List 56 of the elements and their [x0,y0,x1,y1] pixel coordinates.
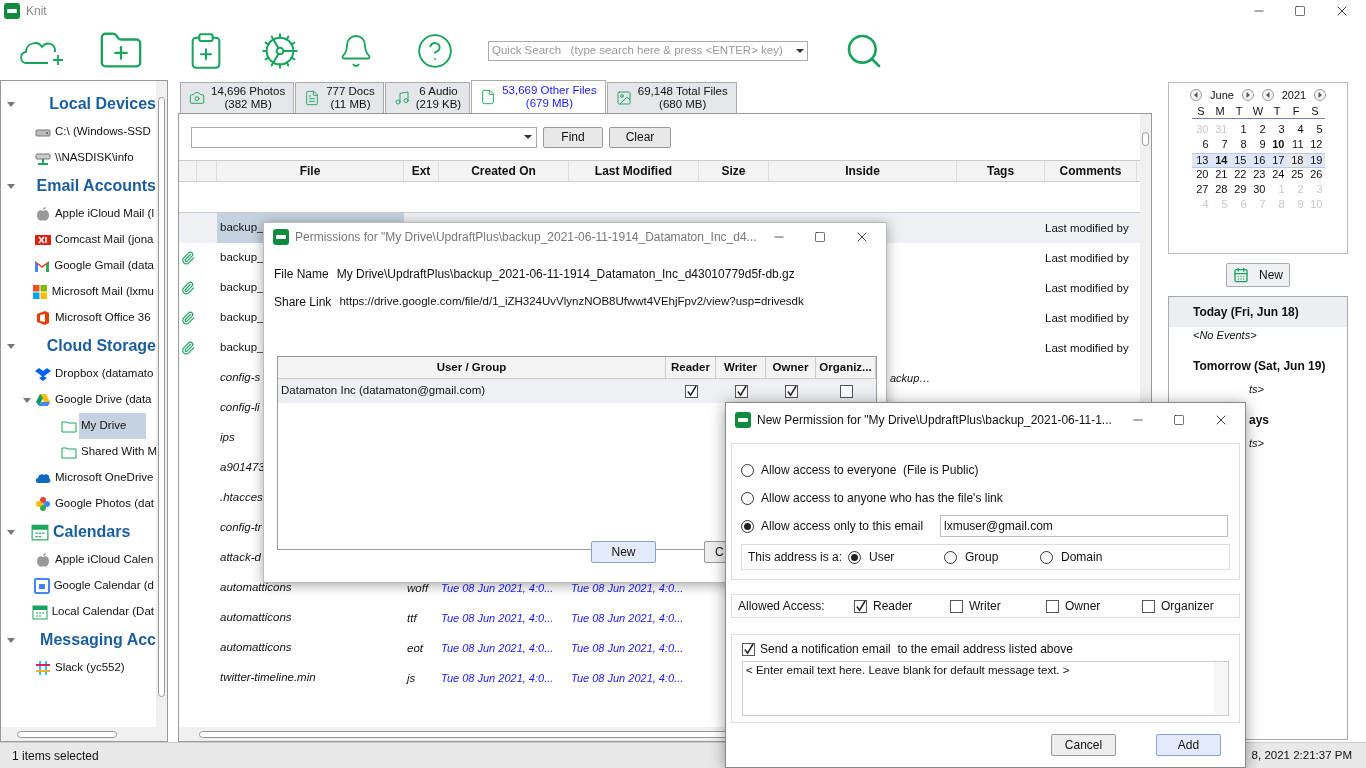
table-cell-text: twitter-timeline.min [219,670,316,686]
table-cell-text: Tue 08 Jun 2021, 4:0... [440,612,554,624]
dialog-title: New Permission for "My Drive\UpdraftPlus\backup_2021-06-11-1... [757,412,1112,429]
agenda-event: ts> [1248,382,1265,397]
weekday-label: T [1234,104,1244,118]
table-cell-text: Tue 08 Jun 2021, 4:0... [440,672,554,684]
table-cell-text: ackup… [890,370,931,386]
dialog-title: Permissions for "My Drive\UpdraftPlus\backup_2021-06-11-1914_Datamaton_Inc_d4... [295,229,757,246]
window-title: Knit [26,3,47,20]
table-cell-text: backup_ [219,310,264,326]
table-cell: Last modified by [1045,251,1129,264]
table-cell-text: backup_ [219,280,264,296]
table-cell-text: Tue 08 Jun 2021, 4:0... [440,582,554,594]
weekday-label: W [1251,104,1265,118]
table-cell-text: Tue 08 Jun 2021, 4:0... [570,642,684,654]
table-cell-text: Tue 08 Jun 2021, 4:0... [570,612,684,624]
agenda-event: <No Events> [1192,328,1258,343]
agenda-heading: Tomorrow (Sat, Jun 19) [1193,358,1326,375]
weekday-label: M [1214,104,1226,118]
table-cell-text: Tue 08 Jun 2021, 4:0... [570,582,684,594]
table-cell: Last modified by [1045,221,1129,234]
table-cell-text: automatticons [219,640,292,656]
field-label: File Name [274,266,329,283]
agenda-event: ts> [1248,436,1265,451]
table-cell-text: Datamaton Inc (datamaton@gmail.com) [280,383,487,399]
table-cell-text: ttf [406,611,417,624]
table-cell: Last modified by [1045,281,1129,294]
field-label: Share Link [274,294,332,311]
table-cell-text: Tue 08 Jun 2021, 4:0... [440,642,554,654]
table-cell-text: backup_ [219,250,264,266]
field-label: This address is a: [748,549,844,566]
table-cell-text: backup_ [219,340,264,356]
weekday-label: T [1272,104,1282,118]
share-link-text: https://drive.google.com/file/d/1_iZH324UvVlynzNOB8Ufwwt4VEhjFpv2/view?usp=drivesdk [339,294,804,309]
table-cell: js [404,671,416,684]
file-name-text: My Drive\UpdraftPlus\backup_2021-06-11-1914_Datamaton_Inc_d43010779d5f-db.gz [336,266,795,283]
table-cell-text: automatticons [219,580,292,596]
table-cell-text: automatticons [219,610,292,626]
table-cell-text: config-s [219,370,261,386]
year-label: 2021 [1280,87,1308,103]
status-time: 8, 2021 2:21:37 PM [1251,747,1353,763]
weekday-label: S [1196,104,1206,118]
table-cell-text: backup_ [219,220,264,236]
table-cell: Last modified by [1045,311,1129,324]
table-cell-text: eot [406,641,423,654]
agenda-heading: ays [1249,412,1270,429]
status-text: 1 items selected [12,747,99,765]
field-label: Allowed Access: [738,598,826,615]
table-cell-text: ips [219,430,235,446]
agenda-heading: Today (Fri, Jun 18) [1169,297,1347,327]
weekday-label: F [1291,104,1301,118]
month-label: June [1209,87,1235,103]
weekday-label: S [1310,104,1320,118]
table-cell-text: Tue 08 Jun 2021, 4:0... [570,672,684,684]
table-cell: Last modified by [1045,341,1129,354]
table-cell-text: woff [406,581,429,594]
